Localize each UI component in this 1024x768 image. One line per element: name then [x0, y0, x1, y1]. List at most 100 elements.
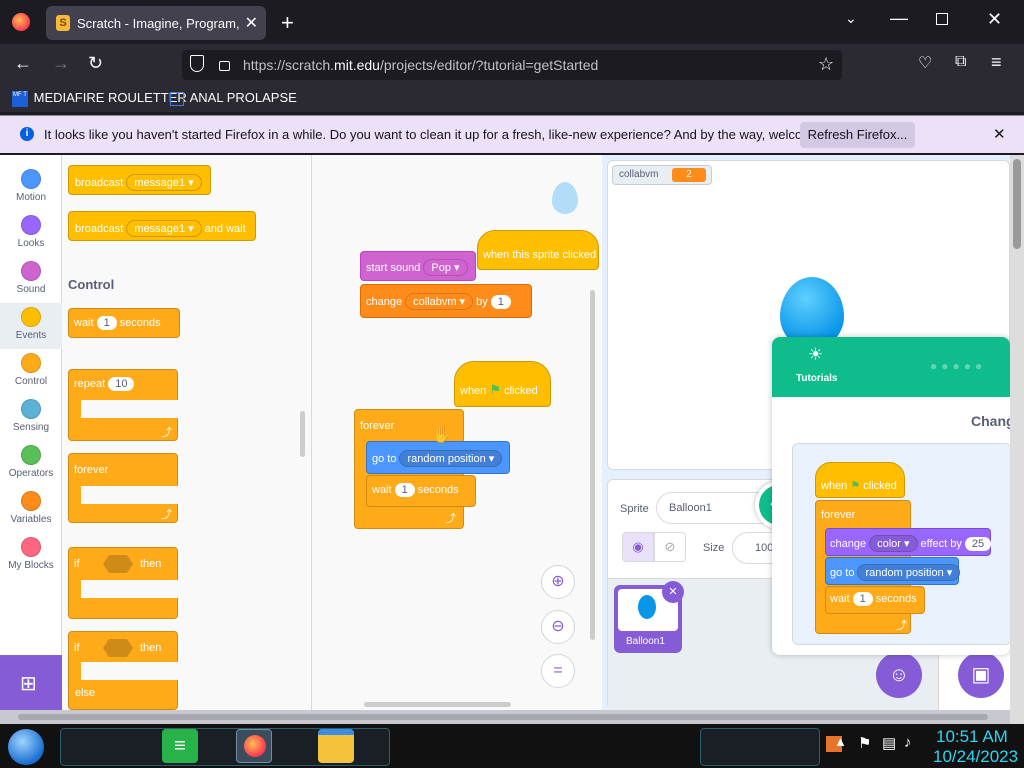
category-looks[interactable]: Looks — [0, 215, 62, 249]
scripts-area[interactable]: when this sprite clicked start sound Pop … — [312, 155, 602, 710]
broadcast-and-wait-block[interactable]: broadcast message1 ▾ and wait — [68, 211, 256, 241]
bookmark-mediafire[interactable]: MF T MEDIAFIRE ROULETTER — [12, 90, 187, 107]
sound-dot-icon — [21, 261, 41, 281]
sound-dropdown[interactable]: Pop ▾ — [423, 259, 468, 276]
restore-icon[interactable] — [936, 13, 948, 25]
if-then-block[interactable]: if then — [68, 547, 179, 619]
block-label: wait — [372, 484, 392, 496]
category-operators[interactable]: Operators — [0, 445, 62, 479]
spreadsheet-app-icon[interactable]: ≡ — [162, 729, 198, 763]
close-notification-icon[interactable]: ✕ — [993, 125, 1006, 143]
category-sound[interactable]: Sound — [0, 261, 62, 295]
zoom-out-button[interactable]: ⊖ — [541, 610, 575, 644]
refresh-firefox-button[interactable]: Refresh Firefox... — [800, 122, 915, 148]
go-to-random-position-block[interactable]: go to random position ▾ — [366, 441, 510, 474]
show-visible-button[interactable]: ◉ — [622, 532, 654, 562]
when-sprite-clicked-hat-block[interactable]: when this sprite clicked — [477, 230, 599, 270]
add-extension-button[interactable]: ⊞ — [0, 655, 62, 710]
forever-block[interactable]: forever ⤴ — [68, 453, 179, 523]
show-hidden-icons-icon[interactable]: ▲ — [834, 734, 847, 749]
start-sound-block[interactable]: start sound Pop ▾ — [360, 251, 476, 281]
pocket-icon[interactable]: ♡ — [918, 53, 932, 73]
bookmark-second[interactable]: ANAL PROLAPSE — [170, 90, 297, 106]
tutorial-image-area: when ⚑ clicked forever ⤴ change color ▾ ef… — [792, 443, 1010, 645]
delete-sprite-icon[interactable]: ✕ — [662, 581, 684, 603]
file-explorer-icon[interactable] — [318, 729, 354, 763]
reload-icon[interactable]: ↻ — [88, 53, 103, 74]
block-label: clicked — [504, 385, 538, 397]
url-bar[interactable]: https://scratch.mit.edu/projects/editor/… — [182, 50, 842, 80]
volume-icon[interactable]: ♪ — [904, 734, 912, 751]
hide-invisible-button[interactable]: ⊘ — [654, 532, 686, 562]
thumbnail-label: Balloon1 — [626, 636, 665, 647]
condition-slot[interactable] — [103, 639, 133, 657]
block-label: forever — [821, 509, 856, 521]
back-icon[interactable]: ← — [14, 53, 32, 74]
shield-icon[interactable] — [190, 55, 204, 72]
wait-block[interactable]: wait 1 seconds — [68, 308, 180, 338]
condition-slot[interactable] — [103, 555, 133, 573]
page-vertical-scrollbar[interactable] — [1010, 155, 1024, 724]
my-blocks-dot-icon — [21, 537, 41, 557]
when-flag-clicked-hat-block[interactable]: when ⚑ clicked — [454, 361, 551, 407]
forward-icon[interactable]: → — [52, 53, 70, 74]
start-orb-icon[interactable] — [8, 729, 44, 765]
category-label: Sound — [16, 284, 46, 295]
zoom-in-button[interactable]: ⊕ — [541, 565, 575, 599]
category-events[interactable]: Events — [0, 303, 62, 349]
minimize-icon[interactable]: — — [890, 8, 908, 29]
block-label: broadcast — [75, 177, 124, 189]
position-dropdown[interactable]: random position ▾ — [399, 450, 503, 467]
hamburger-menu-icon[interactable]: ≡ — [991, 52, 1002, 73]
choose-sprite-button[interactable]: ☺ — [876, 652, 922, 698]
if-then-else-block[interactable]: if then else — [68, 631, 179, 710]
wait-seconds-block[interactable]: wait 1 seconds — [366, 475, 476, 507]
browser-tab[interactable]: S Scratch - Imagine, Program, Sh ✕ — [46, 6, 266, 40]
category-menu: Motion Looks Sound Events Control Sensin… — [0, 155, 62, 710]
list-tabs-chevron-down-icon[interactable]: ⌄ — [845, 10, 857, 27]
firefox-taskbar-icon[interactable] — [236, 729, 272, 763]
variable-dropdown[interactable]: collabvm ▾ — [405, 293, 474, 310]
change-by-input[interactable]: 1 — [490, 295, 511, 309]
category-my-blocks[interactable]: My Blocks — [0, 537, 62, 571]
choose-backdrop-button[interactable]: ▣ — [958, 652, 1004, 698]
tutorial-header-label[interactable]: Tutorials — [796, 373, 837, 384]
extensions-icon[interactable]: ⧉ — [955, 53, 966, 71]
lock-icon[interactable] — [219, 61, 230, 71]
close-window-icon[interactable]: ✕ — [987, 9, 1002, 30]
block-label: go to — [830, 567, 855, 579]
category-sensing[interactable]: Sensing — [0, 399, 62, 433]
category-control[interactable]: Control — [0, 353, 62, 387]
bookmark-star-icon[interactable]: ☆ — [818, 54, 834, 75]
tab-bar: S Scratch - Imagine, Program, Sh ✕ + ⌄ —… — [0, 0, 1024, 44]
close-tab-icon[interactable]: ✕ — [245, 13, 258, 33]
balloon-sprite-icon — [552, 182, 578, 214]
zoom-reset-button[interactable]: = — [541, 654, 575, 688]
scripts-vertical-scrollbar[interactable] — [590, 290, 595, 640]
category-variables[interactable]: Variables — [0, 491, 62, 525]
palette-scrollbar[interactable] — [300, 411, 305, 457]
network-icon[interactable]: ▤ — [882, 734, 896, 752]
category-label: Sensing — [12, 422, 50, 433]
broadcast-block[interactable]: broadcast message1 ▾ — [68, 165, 211, 195]
block-label: broadcast — [75, 223, 124, 235]
page-horizontal-scrollbar[interactable] — [0, 710, 1010, 724]
bookmark-label: MEDIAFIRE ROULETTER — [33, 90, 187, 105]
wait-input[interactable]: 1 — [96, 316, 117, 330]
scripts-horizontal-scrollbar[interactable] — [364, 702, 511, 707]
message-dropdown[interactable]: message1 ▾ — [126, 220, 202, 237]
category-motion[interactable]: Motion — [0, 169, 62, 203]
action-center-flag-icon[interactable]: ⚑ — [858, 734, 871, 752]
clock-time[interactable]: 10:51 AM — [936, 727, 1008, 747]
tab-title: Scratch - Imagine, Program, Sh — [77, 16, 242, 31]
repeat-block[interactable]: repeat 10 ⤴ — [68, 369, 179, 441]
change-variable-block[interactable]: change collabvm ▾ by 1 — [360, 284, 532, 318]
repeat-input[interactable]: 10 — [108, 377, 135, 391]
clock-date[interactable]: 10/24/2023 — [933, 747, 1018, 767]
block-label: go to — [372, 453, 397, 465]
firefox-menu-icon[interactable] — [12, 13, 30, 31]
wait-input[interactable]: 1 — [394, 483, 415, 497]
message-dropdown[interactable]: message1 ▾ — [126, 174, 202, 191]
new-tab-icon[interactable]: + — [281, 10, 294, 36]
looks-dot-icon — [21, 215, 41, 235]
